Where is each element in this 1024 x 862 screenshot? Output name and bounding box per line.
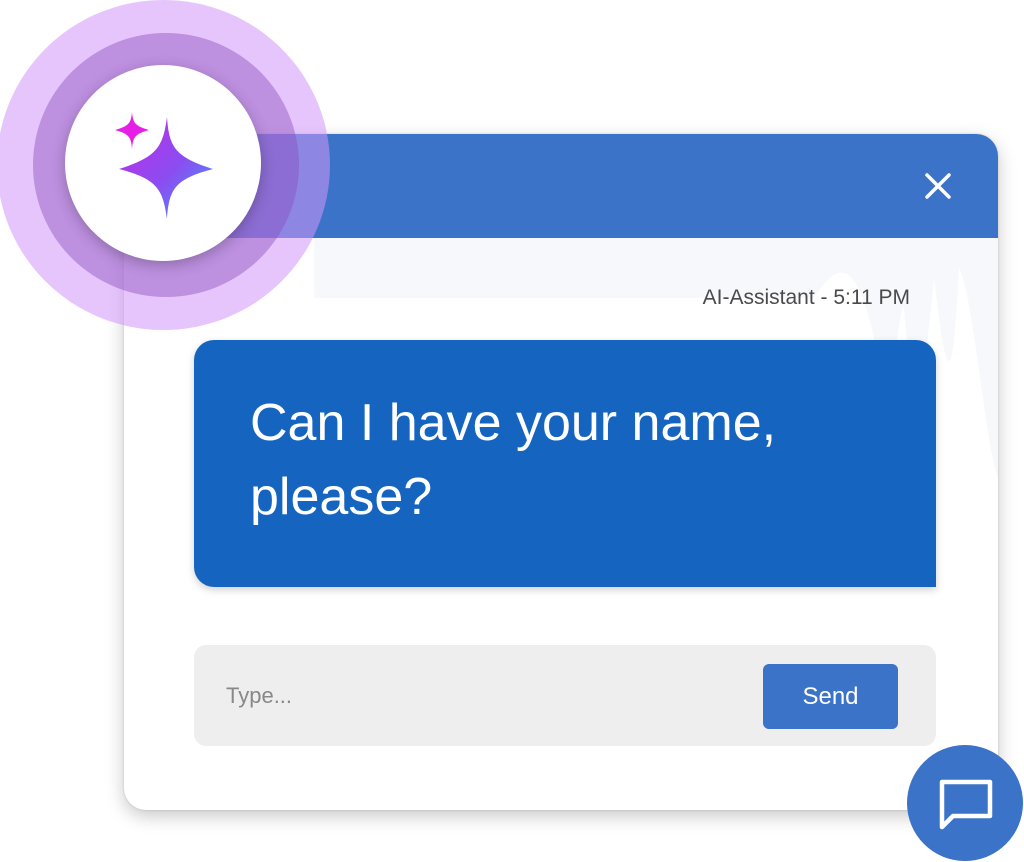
chat-launcher-button[interactable] bbox=[907, 745, 1023, 861]
close-icon bbox=[925, 173, 951, 199]
assistant-message-bubble: Can I have your name, please? bbox=[194, 340, 936, 587]
message-meta: AI-Assistant - 5:11 PM bbox=[702, 286, 910, 309]
sparkle-icon bbox=[115, 112, 213, 219]
close-button[interactable] bbox=[922, 170, 954, 202]
stage: AI-Assistant - 5:11 PM Can I have your n… bbox=[0, 0, 1024, 862]
message-composer: Send bbox=[194, 645, 936, 746]
message-input[interactable] bbox=[224, 675, 728, 717]
send-button[interactable]: Send bbox=[763, 664, 898, 729]
assistant-message-text: Can I have your name, please? bbox=[250, 394, 777, 526]
ai-assistant-avatar bbox=[65, 65, 261, 261]
chat-bubble-icon bbox=[939, 779, 993, 830]
